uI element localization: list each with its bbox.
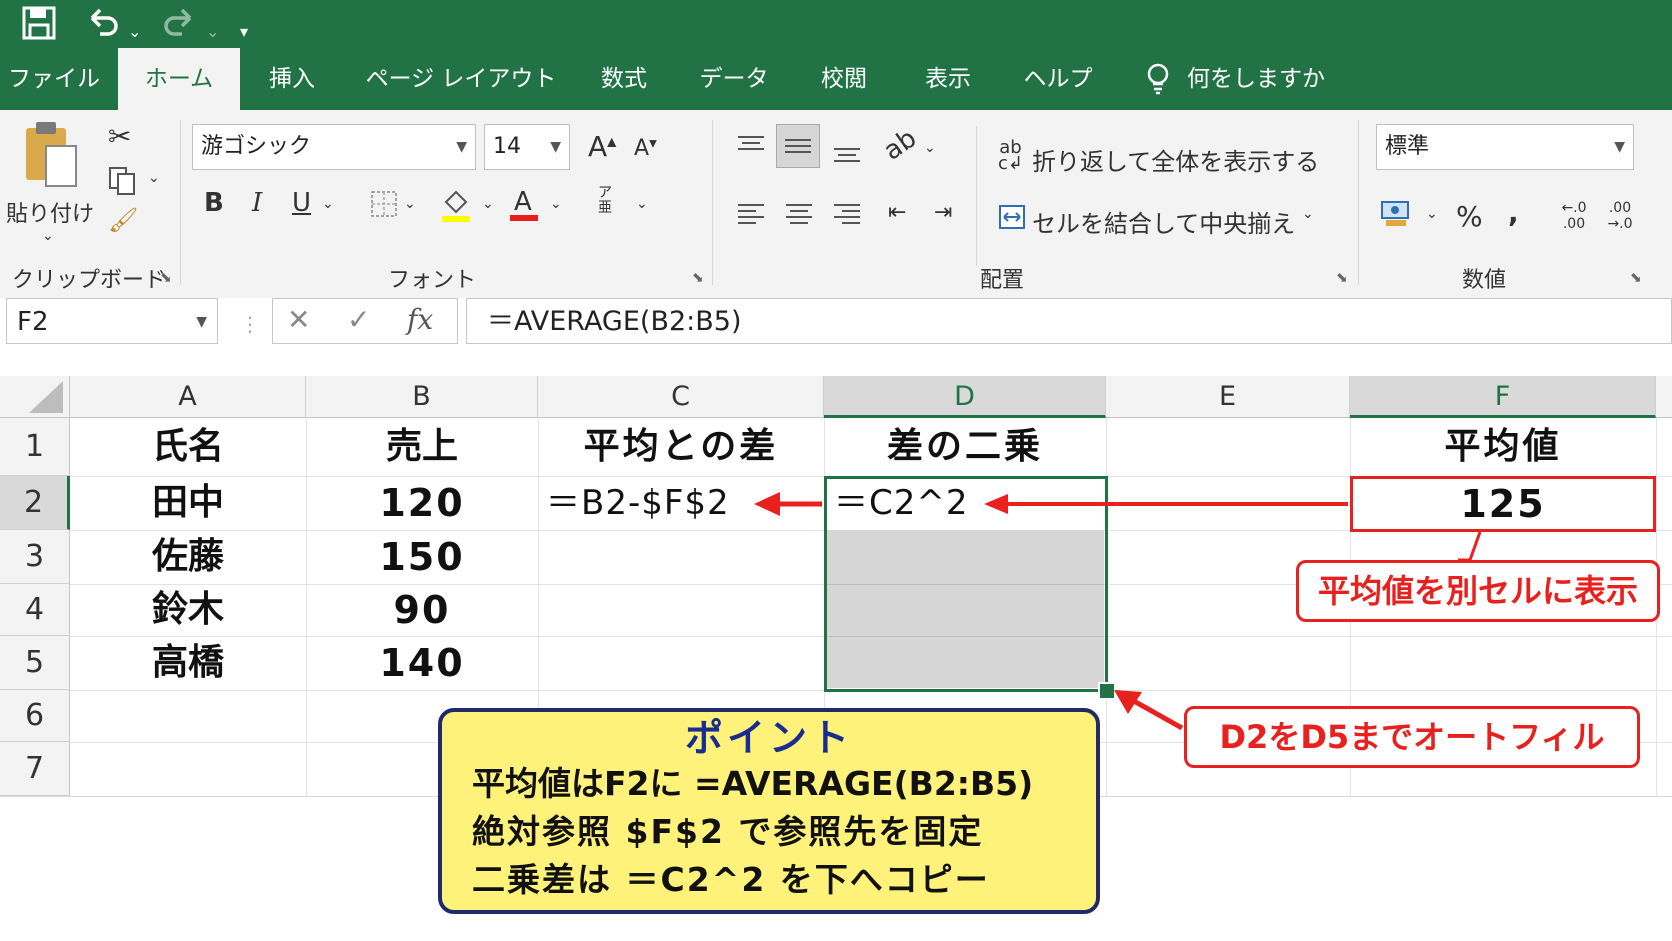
point-note-line-2: 絶対参照 $F$2 で参照先を固定 xyxy=(472,812,984,851)
arrow-head xyxy=(984,494,1008,514)
arrow-autofill xyxy=(1130,697,1184,731)
point-note-line-3: 二乗差は ＝C2^2 を下へコピー xyxy=(472,860,990,899)
point-note-line-1: 平均値はF2に =AVERAGE(B2:B5) xyxy=(472,764,1034,803)
point-note-box: ポイント 平均値はF2に =AVERAGE(B2:B5) 絶対参照 $F$2 で… xyxy=(438,708,1100,914)
arrow-head xyxy=(754,492,780,516)
avg-note-callout: 平均値を別セルに表示 xyxy=(1296,560,1660,622)
callout-pointer xyxy=(1458,531,1482,562)
autofill-note-callout: D2をD5までオートフィル xyxy=(1184,706,1640,768)
point-note-title: ポイント xyxy=(684,716,853,760)
